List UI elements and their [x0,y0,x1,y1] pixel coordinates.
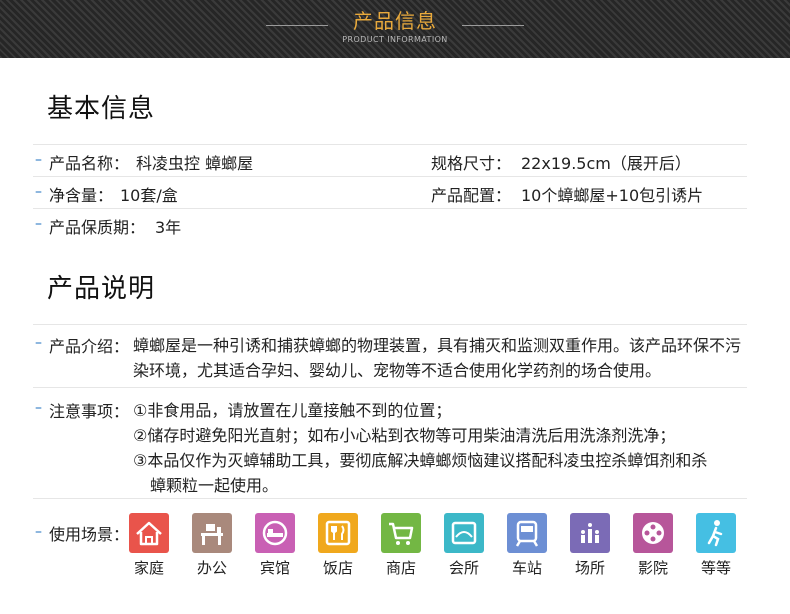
scene-label: 车站 [511,559,542,577]
product-intro-text: 蟑螂屋是一种引诱和捕获蟑螂的物理装置，具有捕灭和监测双重作用。该产品环保不污染环… [133,336,742,380]
basic-info-row: – 产品保质期： 3年 [33,208,747,241]
film-reel-icon [633,513,673,553]
scene-office: 办公 [192,513,232,577]
bullet-dash: – [35,335,42,351]
product-intro-label: 产品介绍： [49,337,130,356]
precaution-item: ①非食用品，请放置在儿童接触不到的位置； [133,401,452,420]
scene-store: 商店 [381,513,421,577]
precautions-list: ①非食用品，请放置在儿童接触不到的位置； ②储存时避免阳光直射；如布小心粘到衣物… [133,398,707,498]
bullet-dash: – [35,184,42,200]
net-content-label: 净含量： [49,186,114,205]
precaution-item-continued: 蟑颗粒一起使用。 [150,476,279,495]
precaution-item: ②储存时避免阳光直射；如布小心粘到衣物等可用柴油清洗后用洗涤剂洗净； [133,426,676,445]
precautions-label: 注意事项： [49,402,130,421]
section-header-banner: 产品信息 PRODUCT INFORMATION [0,0,790,58]
scene-home: 家庭 [129,513,169,577]
configuration-label: 产品配置： [431,186,512,205]
venue-icon [570,513,610,553]
product-description-heading: 产品说明 [47,274,156,304]
scene-label: 家庭 [133,559,164,577]
scene-label: 饭店 [322,559,353,577]
train-icon [507,513,547,553]
scene-venue: 场所 [570,513,610,577]
precautions-row: – 注意事项： ①非食用品，请放置在儿童接触不到的位置； ②储存时避免阳光直射；… [33,387,747,499]
scene-cinema: 影院 [633,513,673,577]
bullet-dash: – [35,400,42,416]
scene-label: 会所 [448,559,479,577]
office-desk-icon [192,513,232,553]
bullet-dash: – [35,524,42,540]
header-subtitle: PRODUCT INFORMATION [342,35,448,44]
configuration-value: 10个蟑螂屋+10包引诱片 [521,186,704,205]
home-icon [129,513,169,553]
net-content-value: 10套/盒 [120,186,178,205]
hotel-bed-icon [255,513,295,553]
scene-station: 车站 [507,513,547,577]
basic-info-heading: 基本信息 [47,94,156,124]
scene-restaurant: 饭店 [318,513,358,577]
bullet-dash: – [35,152,42,168]
product-name-label: 产品名称： [49,154,130,173]
scene-club: 会所 [444,513,484,577]
basic-info-row: – 产品名称： 科凌虫控 蟑螂屋 规格尺寸： 22x19.5cm（展开后） [33,144,747,177]
product-intro-row: – 产品介绍： 蟑螂屋是一种引诱和捕获蟑螂的物理装置，具有捕灭和监测双重作用。该… [33,324,747,388]
bullet-dash: – [35,216,42,232]
scene-label: 办公 [196,559,227,577]
header-title: 产品信息 [353,9,437,33]
shelf-life-value: 3年 [155,218,182,237]
shopping-cart-icon [381,513,421,553]
basic-info-row: – 净含量： 10套/盒 产品配置： 10个蟑螂屋+10包引诱片 [33,176,747,209]
club-icon [444,513,484,553]
scene-label: 宾馆 [259,559,290,577]
shelf-life-label: 产品保质期： [49,218,146,237]
product-name-value: 科凌虫控 蟑螂屋 [136,154,254,173]
scene-label: 场所 [574,559,605,577]
scene-label: 等等 [700,559,731,577]
restaurant-cutlery-icon [318,513,358,553]
scene-hotel: 宾馆 [255,513,295,577]
scene-label: 商店 [385,559,416,577]
spec-size-value: 22x19.5cm（展开后） [521,154,691,173]
usage-scenes-label: 使用场景： [49,525,130,544]
scene-etc: 等等 [696,513,736,577]
person-walking-icon [696,513,736,553]
precaution-item: ③本品仅作为灭蟑辅助工具，要彻底解决蟑螂烦恼建议搭配科凌虫控杀蟑饵剂和杀 [133,451,708,470]
scene-label: 影院 [637,559,668,577]
spec-size-label: 规格尺寸： [431,154,512,173]
